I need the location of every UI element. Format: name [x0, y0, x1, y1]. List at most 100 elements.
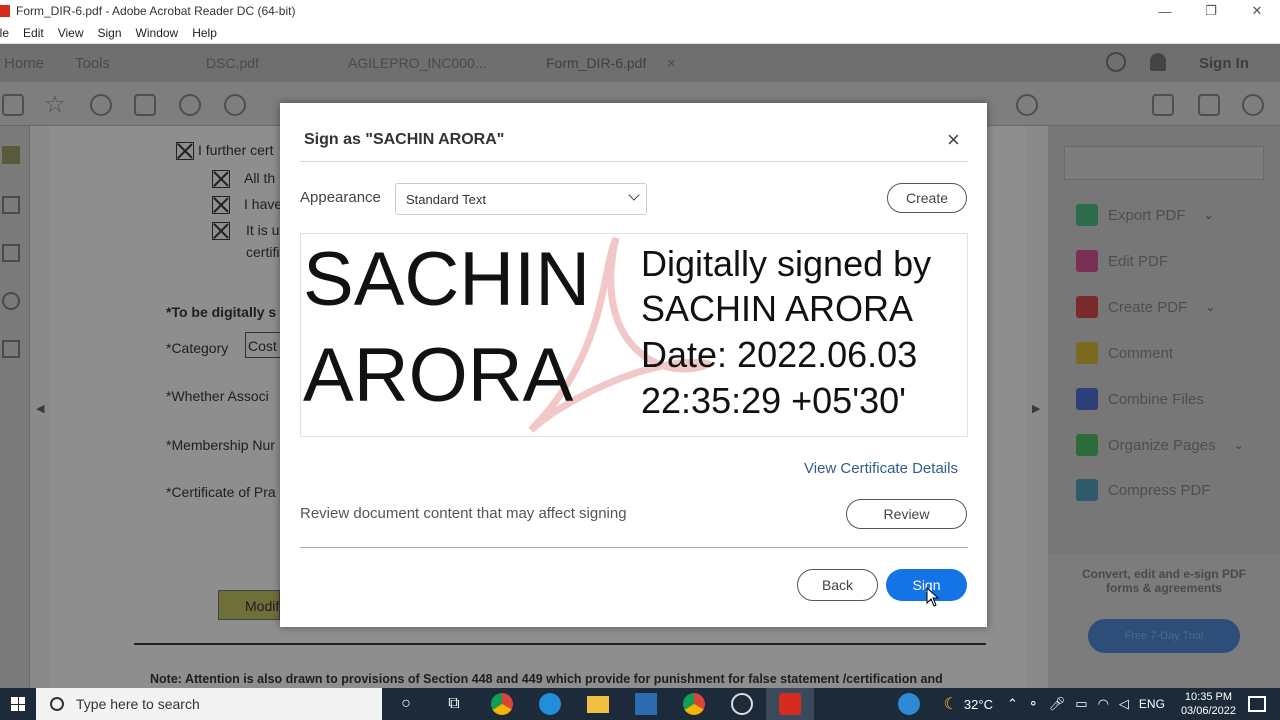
notification-icon[interactable]: [1248, 696, 1266, 712]
appearance-select[interactable]: Standard Text: [395, 183, 647, 215]
attachment-icon[interactable]: [2, 292, 20, 310]
review-button[interactable]: Review: [846, 499, 967, 529]
chevron-down-icon[interactable]: ⌄: [1234, 438, 1244, 452]
close-icon[interactable]: ×: [947, 127, 960, 153]
cortana-icon[interactable]: ○: [382, 688, 430, 720]
up-arrow-icon[interactable]: [224, 94, 246, 116]
help-icon[interactable]: [897, 693, 920, 715]
signature-detail-3: Date: 2022.06.03: [641, 334, 918, 375]
file-explorer-icon[interactable]: [574, 688, 622, 720]
copy-icon[interactable]: [2, 244, 20, 262]
rotate-icon[interactable]: [1016, 94, 1038, 116]
tool-label: Combine Files: [1108, 390, 1204, 408]
appearance-value: Standard Text: [406, 191, 486, 207]
tool-compress-pdf[interactable]: Compress PDF: [1076, 479, 1211, 501]
page-thumbnail-icon[interactable]: [2, 196, 20, 214]
acrobat-taskbar-icon[interactable]: [766, 688, 814, 720]
chevron-down-icon[interactable]: ⌄: [1204, 208, 1214, 222]
tool-label: Comment: [1108, 344, 1174, 362]
windows-logo-icon: [11, 697, 25, 711]
create-button[interactable]: Create: [887, 183, 967, 213]
bell-icon[interactable]: [1150, 53, 1166, 71]
sign-in-link[interactable]: Sign In: [1199, 55, 1249, 72]
account-icon[interactable]: [1242, 94, 1264, 116]
tab-close-icon[interactable]: ×: [667, 55, 676, 72]
tool-icon: [1076, 434, 1098, 456]
chrome-icon[interactable]: [478, 688, 526, 720]
chevron-down-icon[interactable]: ⌄: [1205, 300, 1215, 314]
tab-tools[interactable]: Tools: [75, 55, 110, 72]
title-bar: Form_DIR-6.pdf - Adobe Acrobat Reader DC…: [0, 0, 1280, 22]
help-icon[interactable]: [1106, 52, 1126, 72]
maximize-button[interactable]: ❐: [1188, 0, 1234, 22]
windows-start-button[interactable]: [0, 688, 36, 720]
print-icon[interactable]: [134, 94, 156, 116]
menu-window[interactable]: Window: [136, 26, 179, 40]
checkbox-icon: [212, 222, 230, 240]
next-page-icon[interactable]: ▶: [1032, 402, 1040, 415]
temperature: 32°C: [963, 696, 993, 712]
clock-date: 03/06/2022: [1180, 705, 1236, 717]
tool-icon: [1076, 479, 1098, 501]
signature-icon[interactable]: [2, 340, 20, 358]
star-icon[interactable]: ☆: [44, 90, 66, 119]
category-field[interactable]: Cost: [245, 332, 285, 358]
clock[interactable]: 10:35 PM 03/06/2022: [1181, 690, 1236, 718]
menu-sign[interactable]: Sign: [98, 26, 122, 40]
app-icon[interactable]: [622, 688, 670, 720]
certificate-label: *Certificate of Pra: [166, 484, 276, 500]
minimize-button[interactable]: —: [1142, 0, 1188, 22]
task-view-icon[interactable]: ⧉: [430, 688, 478, 720]
dialog-title: Sign as "SACHIN ARORA": [304, 131, 505, 148]
modify-button[interactable]: Modif: [218, 590, 280, 620]
taskbar-search[interactable]: Type here to search: [36, 688, 382, 720]
weather-icon: ☾: [943, 696, 958, 713]
tab-dsc[interactable]: DSC.pdf: [206, 55, 259, 71]
tool-export-pdf[interactable]: Export PDF ⌄: [1076, 204, 1214, 226]
acrobat-icon: [0, 5, 10, 17]
mail-icon[interactable]: [1198, 94, 1220, 116]
signature-detail-4: 22:35:29 +05'30': [641, 380, 906, 421]
chevron-up-icon[interactable]: ⌃: [1007, 696, 1018, 712]
sign-icon[interactable]: [2, 146, 20, 164]
tool-create-pdf[interactable]: Create PDF ⌄: [1076, 296, 1215, 318]
close-window-button[interactable]: ✕: [1234, 0, 1280, 22]
battery-icon[interactable]: ▭: [1075, 696, 1087, 712]
tool-organize-pages[interactable]: Organize Pages ⌄: [1076, 434, 1244, 456]
menu-file[interactable]: ile: [0, 26, 9, 40]
wifi-icon[interactable]: ◠: [1098, 696, 1109, 712]
tool-search-input[interactable]: [1064, 146, 1264, 180]
menu-help[interactable]: Help: [192, 26, 217, 40]
menu-edit[interactable]: Edit: [23, 26, 44, 40]
volume-icon[interactable]: ◁: [1119, 696, 1129, 712]
link-icon[interactable]: [1152, 94, 1174, 116]
doc-line-4: It is u: [246, 222, 280, 238]
view-certificate-link[interactable]: View Certificate Details: [804, 460, 958, 477]
edge-icon[interactable]: [526, 688, 574, 720]
window-title: Form_DIR-6.pdf - Adobe Acrobat Reader DC…: [16, 4, 296, 18]
search-icon[interactable]: [179, 94, 201, 116]
tool-combine-files[interactable]: Combine Files: [1076, 388, 1204, 410]
upload-icon[interactable]: [90, 94, 112, 116]
tool-icon: [1076, 342, 1098, 364]
free-trial-button[interactable]: Free 7-Day Trial: [1088, 619, 1240, 653]
network-icon[interactable]: ⚬: [1028, 696, 1039, 712]
obs-icon[interactable]: [718, 688, 766, 720]
microphone-icon[interactable]: 🎤︎: [1049, 696, 1066, 712]
tab-form-dir6[interactable]: Form_DIR-6.pdf: [546, 55, 646, 71]
back-button[interactable]: Back: [797, 569, 878, 601]
menu-view[interactable]: View: [58, 26, 84, 40]
system-tray: ☾ 32°C ⌃ ⚬ 🎤︎ ▭ ◠ ◁ ENG 10:35 PM 03/06/2…: [897, 688, 1280, 720]
chrome-profile-icon[interactable]: [670, 688, 718, 720]
tool-icon: [1076, 204, 1098, 226]
tab-home[interactable]: Home: [4, 55, 44, 72]
digitally-signed-note: *To be digitally s: [166, 304, 277, 320]
tab-agilepro[interactable]: AGILEPRO_INC000...: [348, 55, 487, 71]
save-icon[interactable]: [2, 94, 24, 116]
prev-page-icon[interactable]: ◀: [36, 402, 44, 415]
chevron-down-icon: [628, 189, 640, 201]
language-indicator[interactable]: ENG: [1139, 697, 1165, 711]
tool-comment[interactable]: Comment: [1076, 342, 1173, 364]
checkbox-icon: [212, 196, 230, 214]
tool-edit-pdf[interactable]: Edit PDF: [1076, 250, 1168, 272]
